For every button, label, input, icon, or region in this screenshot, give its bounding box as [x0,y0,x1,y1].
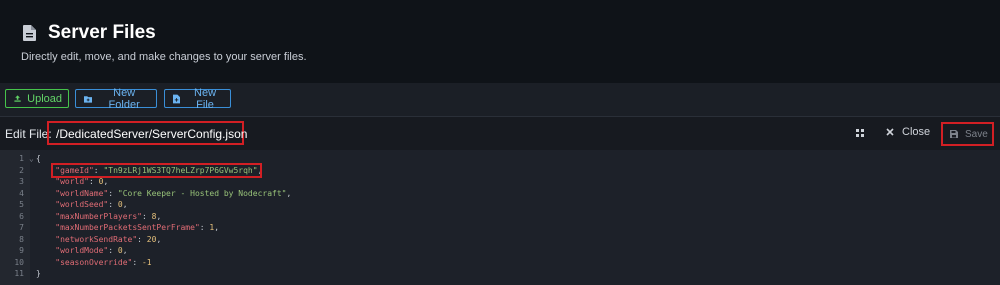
new-file-label: New File [194,86,217,111]
code-token: : [108,200,118,209]
new-folder-button[interactable]: New Folder [75,86,157,111]
code-token: } [36,269,41,278]
line-number: 5 [19,200,24,209]
code-token: "networkSendRate" [36,234,138,244]
code-token: "worldSeed" [36,200,109,209]
code-line[interactable]: 7 "maxNumberPacketsSentPerFrame": 1, [0,222,1000,234]
code-token: "worldName" [36,188,109,198]
code-token: , [122,200,128,209]
code-text: } [36,268,41,280]
save-icon [950,130,958,138]
code-token: : [88,177,99,186]
code-line[interactable]: 5 "worldSeed": 0, [0,199,1000,211]
close-label: Close [902,126,931,138]
new-file-button[interactable]: New File [164,86,231,111]
upload-icon [14,95,21,102]
code-line[interactable]: 9 "worldMode": 0, [0,245,1000,257]
fold-toggle-icon[interactable]: ⌄ [29,153,34,165]
code-line[interactable]: 11} [0,268,1000,280]
code-token: "seasonOverride" [36,257,133,267]
code-line[interactable]: 8 "networkSendRate": 20, [0,234,1000,246]
code-line[interactable]: 10 "seasonOverride": -1 [0,257,1000,269]
code-text: { [36,153,41,165]
file-plus-icon [173,94,181,103]
code-token: , [103,177,109,186]
code-text: "networkSendRate": 20, [36,234,161,246]
code-token: , [156,211,162,221]
code-token: { [36,154,41,163]
code-token: , [214,223,220,232]
code-token: , [286,188,292,198]
code-line[interactable]: 6 "maxNumberPlayers": 8, [0,211,1000,223]
code-token: "worldMode" [36,246,109,255]
save-button[interactable]: Save [941,122,994,146]
file-path-highlight: /DedicatedServer/ServerConfig.json [47,121,248,145]
file-icon [23,25,36,41]
close-icon [886,128,894,136]
page-header: Server Files Directly edit, move, and ma… [0,0,1000,83]
code-text: "seasonOverride": -1 [36,257,152,269]
code-token: : [199,223,210,232]
file-path: /DedicatedServer/ServerConfig.json [56,127,248,141]
code-text: "worldSeed": 0, [36,199,128,211]
code-token: : [137,234,147,244]
close-button[interactable]: Close [886,126,930,138]
code-token: : [108,246,118,255]
code-token: : [141,211,152,221]
edit-file-label: Edit File: [5,127,52,141]
code-token: "world" [36,177,89,186]
code-token: "maxNumberPlayers" [36,211,142,221]
page-subtitle: Directly edit, move, and make changes to… [21,51,307,63]
code-token: : [108,188,118,198]
page-title: Server Files [48,22,156,43]
line-number: 4 [19,188,24,198]
line-number: 6 [19,211,24,221]
line-number: 10 [14,257,24,267]
code-token: : [132,257,142,267]
line-number: 2 [19,165,24,175]
new-folder-label: New Folder [108,86,140,111]
line-number: 7 [19,223,24,232]
line-number: 8 [19,234,24,244]
code-token: "maxNumberPacketsSentPerFrame" [36,223,200,232]
line-number: 9 [19,246,24,255]
line-number: 3 [19,177,24,186]
code-text: "maxNumberPacketsSentPerFrame": 1, [36,222,219,234]
code-token: , [156,234,162,244]
code-line[interactable]: 4 "worldName": "Core Keeper - Hosted by … [0,188,1000,200]
code-text: "worldMode": 0, [36,245,128,257]
code-token: -1 [141,257,152,267]
upload-label: Upload [27,92,62,105]
code-token: "Core Keeper - Hosted by Nodecraft" [117,188,287,198]
save-label: Save [965,128,988,140]
code-text: "maxNumberPlayers": 8, [36,211,161,223]
code-text: "worldName": "Core Keeper - Hosted by No… [36,188,291,200]
code-token: 20 [146,234,157,244]
line-number: 1 [19,154,24,163]
edit-file-bar: Edit File: /DedicatedServer/ServerConfig… [0,116,1000,151]
line-number: 11 [14,269,24,278]
code-token: , [122,246,128,255]
upload-button[interactable]: Upload [5,89,69,108]
expand-icon[interactable] [856,129,864,137]
gameid-highlight [51,163,262,178]
file-toolbar: Upload New Folder New File [0,83,1000,116]
folder-plus-icon [84,95,93,103]
